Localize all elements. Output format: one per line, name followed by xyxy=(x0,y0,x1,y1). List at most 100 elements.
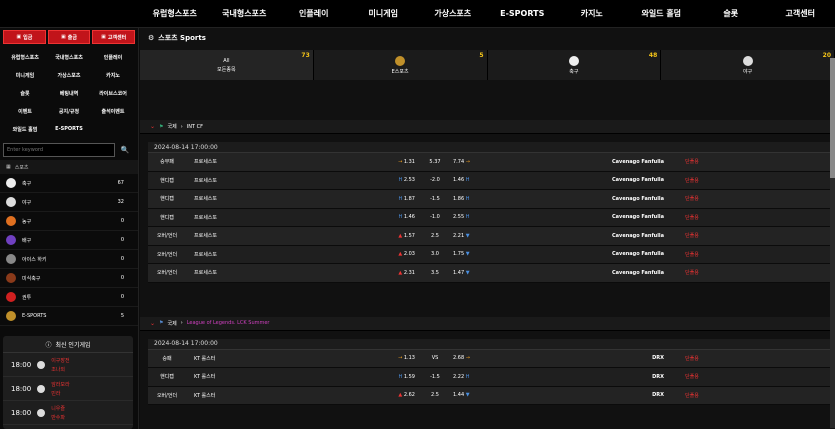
draw-or-line[interactable]: -2.0 xyxy=(421,177,449,183)
popular-game-row[interactable]: 18:00 니우즐 반수파 xyxy=(3,401,133,425)
home-odds[interactable]: H 2.53 xyxy=(286,177,421,183)
home-odds[interactable]: ▲ 1.57 xyxy=(286,233,421,239)
league-header-1[interactable]: ⌄ ⚑ 국제 › INT CF xyxy=(140,120,835,134)
away-team[interactable]: DRX xyxy=(509,392,674,398)
sport-tab[interactable]: 73 All 모든종목 xyxy=(140,50,314,80)
draw-or-line[interactable]: 2.5 xyxy=(421,392,449,398)
sport-row[interactable]: 축구 67 xyxy=(0,174,138,193)
chevron-down-icon[interactable]: ⌄ xyxy=(150,320,155,327)
home-team[interactable]: 프로세스또 xyxy=(186,158,286,165)
sidebar-menu-item[interactable]: 와일드 홀덤 xyxy=(3,120,47,138)
sidebar-menu-item[interactable]: 공지/규정 xyxy=(47,102,91,120)
home-team[interactable]: KT 롤스터 xyxy=(186,355,286,362)
sidebar-menu-item[interactable]: 카지노 xyxy=(91,66,135,84)
draw-or-line[interactable]: 3.0 xyxy=(421,251,449,257)
topnav-item[interactable]: E-SPORTS xyxy=(488,9,558,18)
sport-row[interactable]: 야구 32 xyxy=(0,193,138,212)
away-team[interactable]: DRX xyxy=(509,374,674,380)
away-team[interactable]: Cavenago Fanfulla xyxy=(509,233,674,239)
topnav-item[interactable]: 인플레이 xyxy=(279,8,349,19)
topnav-item[interactable]: 카지노 xyxy=(557,8,627,19)
away-team[interactable]: Cavenago Fanfulla xyxy=(509,196,674,202)
home-odds[interactable]: H 1.46 xyxy=(286,214,421,220)
sport-tab[interactable]: 5 E스포츠 xyxy=(313,50,488,80)
home-team[interactable]: KT 롤스터 xyxy=(186,373,286,380)
draw-or-line[interactable]: 3.5 xyxy=(421,270,449,276)
away-odds[interactable]: 1.44 ▼ xyxy=(449,392,509,398)
home-odds[interactable]: → 1.13 xyxy=(286,355,421,361)
sport-row[interactable]: 배구 0 xyxy=(0,231,138,250)
away-odds[interactable]: 2.68 → xyxy=(449,355,509,361)
sport-tab[interactable]: 20 야구 xyxy=(661,50,835,80)
draw-or-line[interactable]: 5.37 xyxy=(421,159,449,165)
away-team[interactable]: DRX xyxy=(509,355,674,361)
sidebar-menu-item[interactable]: 베팅내역 xyxy=(47,84,91,102)
single-bet-tag[interactable]: 단폴용 xyxy=(674,355,710,362)
sidebar-action-button[interactable]: ▣ 고객센터 xyxy=(92,30,136,44)
single-bet-tag[interactable]: 단폴용 xyxy=(674,232,710,239)
popular-game-row[interactable]: 18:00 이구장전 조나외 xyxy=(3,353,133,377)
sidebar-menu-item[interactable]: 가상스포츠 xyxy=(47,66,91,84)
draw-or-line[interactable]: -1.5 xyxy=(421,374,449,380)
sidebar-menu-item[interactable]: 라이브스코어 xyxy=(91,84,135,102)
draw-or-line[interactable]: VS xyxy=(421,355,449,361)
sidebar-action-button[interactable]: ▣ 입금 xyxy=(3,30,46,44)
away-odds[interactable]: 1.75 ▼ xyxy=(449,251,509,257)
single-bet-tag[interactable]: 단폴용 xyxy=(674,269,710,276)
single-bet-tag[interactable]: 단폴용 xyxy=(674,214,710,221)
home-team[interactable]: KT 롤스터 xyxy=(186,392,286,399)
sport-row[interactable]: E-SPORTS 5 xyxy=(0,307,138,326)
draw-or-line[interactable]: 2.5 xyxy=(421,233,449,239)
single-bet-tag[interactable]: 단폴용 xyxy=(674,392,710,399)
away-odds[interactable]: 1.86 H xyxy=(449,196,509,202)
home-team[interactable]: 프로세스또 xyxy=(186,269,286,276)
draw-or-line[interactable]: -1.5 xyxy=(421,196,449,202)
home-team[interactable]: 프로세스또 xyxy=(186,214,286,221)
home-team[interactable]: 프로세스또 xyxy=(186,177,286,184)
single-bet-tag[interactable]: 단폴용 xyxy=(674,195,710,202)
away-odds[interactable]: 2.55 H xyxy=(449,214,509,220)
away-odds[interactable]: 7.74 → xyxy=(449,159,509,165)
away-odds[interactable]: 1.46 H xyxy=(449,177,509,183)
sport-row[interactable]: 권투 0 xyxy=(0,288,138,307)
away-odds[interactable]: 1.47 ▼ xyxy=(449,270,509,276)
league-header-2[interactable]: ⌄ ⚑ 국제 › League of Legends. LCK Summer xyxy=(140,316,835,331)
home-odds[interactable]: ▲ 2.31 xyxy=(286,270,421,276)
topnav-item[interactable]: 미니게임 xyxy=(349,8,419,19)
sidebar-menu-item[interactable]: E-SPORTS xyxy=(47,120,91,138)
chevron-down-icon[interactable]: ⌄ xyxy=(150,123,155,130)
single-bet-tag[interactable]: 단폴용 xyxy=(674,177,710,184)
sidebar-menu-item[interactable]: 이벤트 xyxy=(3,102,47,120)
sidebar-menu-item[interactable]: 인플레이 xyxy=(91,48,135,66)
topnav-item[interactable]: 가상스포츠 xyxy=(418,8,488,19)
sidebar-menu-item[interactable]: 국내형스포츠 xyxy=(47,48,91,66)
away-team[interactable]: Cavenago Fanfulla xyxy=(509,270,674,276)
search-icon[interactable]: 🔍 xyxy=(115,143,135,157)
topnav-item[interactable]: 슬롯 xyxy=(696,8,766,19)
home-team[interactable]: 프로세스또 xyxy=(186,195,286,202)
home-odds[interactable]: ▲ 2.62 xyxy=(286,392,421,398)
sport-tab[interactable]: 48 축구 xyxy=(487,50,662,80)
home-team[interactable]: 프로세스또 xyxy=(186,232,286,239)
sidebar-action-button[interactable]: ▣ 출금 xyxy=(47,30,91,44)
home-odds[interactable]: H 1.87 xyxy=(286,196,421,202)
topnav-item[interactable]: 고객센터 xyxy=(766,8,835,19)
sport-row[interactable]: 농구 0 xyxy=(0,212,138,231)
sport-row[interactable]: 미식축구 0 xyxy=(0,269,138,288)
home-odds[interactable]: → 1.31 xyxy=(286,159,421,165)
sidebar-menu-item[interactable] xyxy=(91,120,135,138)
away-team[interactable]: Cavenago Fanfulla xyxy=(509,177,674,183)
single-bet-tag[interactable]: 단폴용 xyxy=(674,373,710,380)
main-scrollbar[interactable] xyxy=(830,58,835,428)
away-team[interactable]: Cavenago Fanfulla xyxy=(509,159,674,165)
sidebar-menu-item[interactable]: 미니게임 xyxy=(3,66,47,84)
sidebar-menu-item[interactable]: 출석이벤트 xyxy=(91,102,135,120)
single-bet-tag[interactable]: 단폴용 xyxy=(674,251,710,258)
sidebar-menu-item[interactable]: 유럽형스포츠 xyxy=(3,48,47,66)
away-team[interactable]: Cavenago Fanfulla xyxy=(509,214,674,220)
away-team[interactable]: Cavenago Fanfulla xyxy=(509,251,674,257)
away-odds[interactable]: 2.22 H xyxy=(449,374,509,380)
single-bet-tag[interactable]: 단폴용 xyxy=(674,158,710,165)
home-team[interactable]: 프로세스또 xyxy=(186,251,286,258)
away-odds[interactable]: 2.21 ▼ xyxy=(449,233,509,239)
